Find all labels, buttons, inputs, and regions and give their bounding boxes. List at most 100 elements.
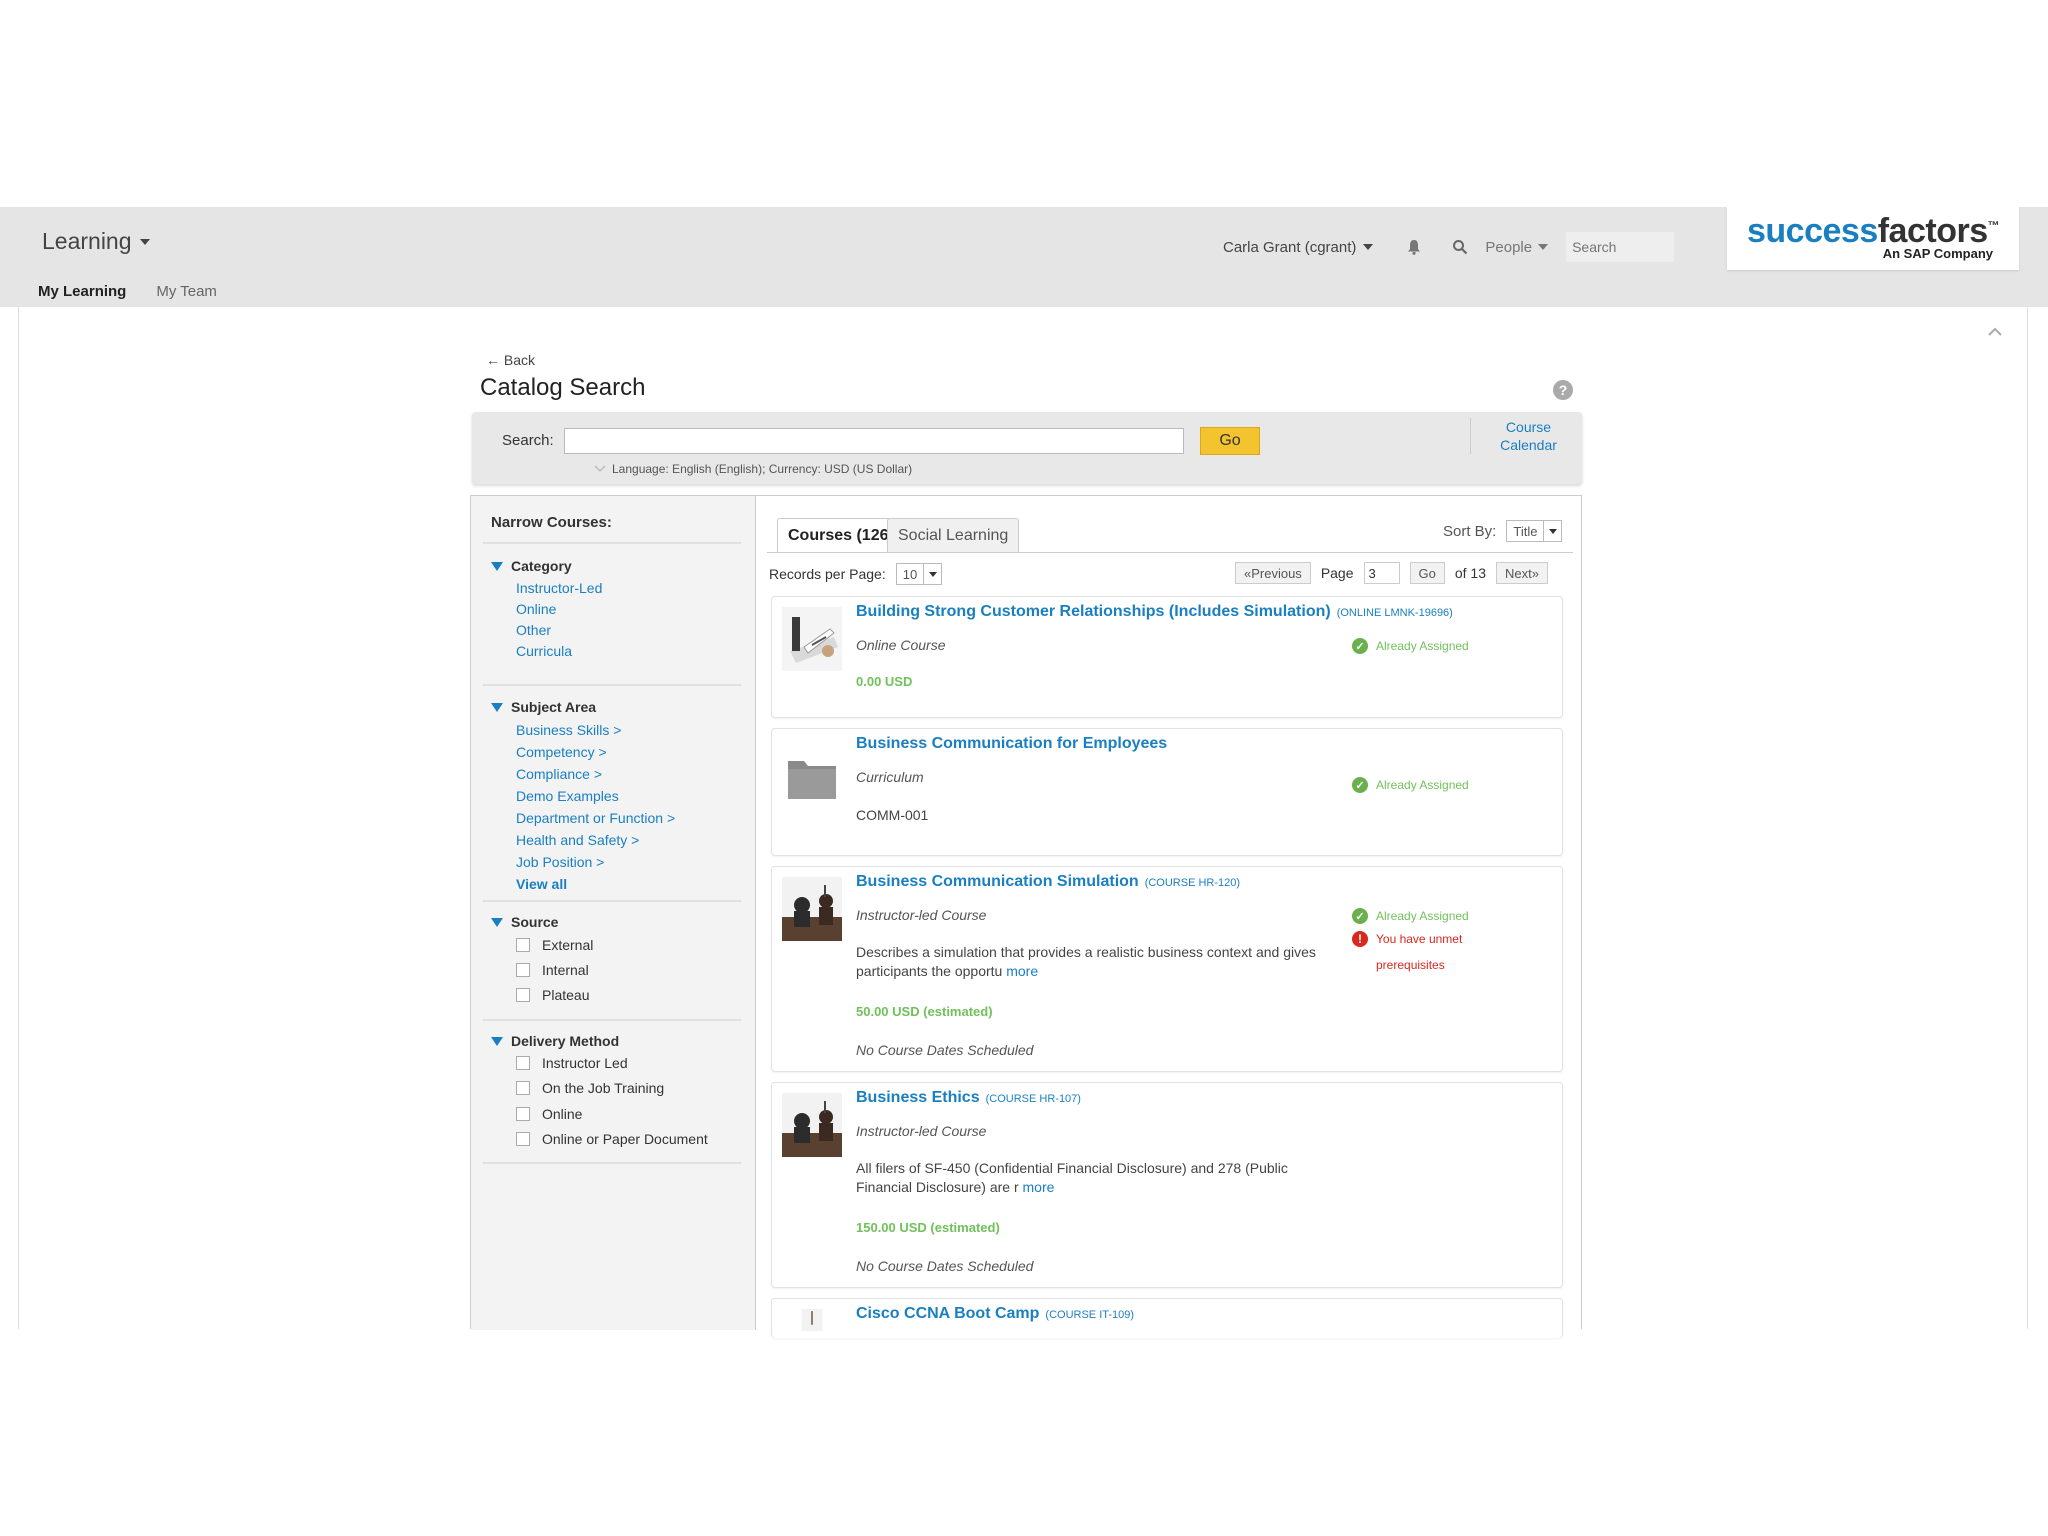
course-price: 0.00 USD [856, 674, 913, 689]
subnav-my-learning[interactable]: My Learning [38, 283, 126, 300]
page-label: Page [1320, 565, 1354, 581]
course-description: Describes a simulation that provides a r… [856, 943, 1332, 981]
more-link[interactable]: more [1006, 963, 1038, 979]
facet-source-header[interactable]: Source [491, 914, 558, 930]
tab-social-learning[interactable]: Social Learning [887, 518, 1020, 552]
course-price: 50.00 USD (estimated) [856, 1004, 993, 1019]
app-module-menu[interactable]: Learning [42, 228, 150, 255]
course-thumbnail-image[interactable] [782, 877, 842, 941]
subject-business-skills[interactable]: Business Skills > [516, 722, 621, 738]
course-title-link[interactable]: Business Ethics (COURSE HR-107) [856, 1089, 1081, 1107]
subject-job-position[interactable]: Job Position > [516, 854, 604, 870]
course-price: 150.00 USD (estimated) [856, 1220, 1000, 1235]
course-title-link[interactable]: Business Communication for Employees [856, 735, 1167, 753]
logo-part-2: factors [1877, 212, 1988, 250]
error-circle-icon: ! [1352, 931, 1368, 947]
curriculum-id: COMM-001 [856, 807, 929, 823]
source-external-label: External [542, 937, 594, 953]
back-link[interactable]: ← Back [486, 352, 535, 368]
narrow-courses-title: Narrow Courses: [491, 514, 612, 531]
category-instructor-led[interactable]: Instructor-Led [516, 580, 602, 596]
status-already-assigned: ✓ Already Assigned [1352, 638, 1469, 654]
course-code: (COURSE IT-109) [1045, 1309, 1135, 1321]
sort-by-select[interactable]: Title [1506, 520, 1563, 542]
page-number-input[interactable] [1363, 562, 1400, 584]
course-title: Business Communication for Employees [856, 735, 1168, 752]
course-title-link[interactable]: Business Communication Simulation (COURSE… [856, 873, 1240, 891]
category-other[interactable]: Other [516, 622, 551, 638]
category-online[interactable]: Online [516, 601, 556, 617]
divider [483, 542, 741, 544]
user-menu[interactable]: Carla Grant (cgrant) [1223, 238, 1374, 256]
delivery-online-or-paper-option[interactable]: Online or Paper Document [516, 1131, 708, 1147]
delivery-online-option[interactable]: Online [516, 1106, 582, 1122]
subject-demo-examples[interactable]: Demo Examples [516, 788, 619, 804]
app-module-label: Learning [42, 228, 132, 254]
course-title-link[interactable]: Building Strong Customer Relationships (… [856, 603, 1453, 621]
source-plateau-option[interactable]: Plateau [516, 987, 589, 1003]
source-internal-option[interactable]: Internal [516, 962, 589, 978]
subject-compliance[interactable]: Compliance > [516, 766, 602, 782]
checkbox[interactable] [516, 963, 530, 977]
chevron-down-icon[interactable] [594, 465, 606, 473]
source-plateau-label: Plateau [542, 987, 590, 1003]
subject-health-and-safety[interactable]: Health and Safety > [516, 832, 639, 848]
records-per-page-select[interactable]: 10 [895, 563, 943, 585]
previous-page-button[interactable]: «Previous [1235, 562, 1311, 584]
course-result-card: Business Communication for Employees Cur… [771, 728, 1563, 856]
bell-icon[interactable] [1403, 236, 1425, 258]
course-calendar-line-2: Calendar [1500, 437, 1557, 453]
delivery-instructor-led-label: Instructor Led [542, 1055, 628, 1071]
subject-competency[interactable]: Competency > [516, 744, 607, 760]
check-circle-icon: ✓ [1352, 908, 1368, 924]
subject-department-or-function[interactable]: Department or Function > [516, 810, 675, 826]
page-go-button[interactable]: Go [1409, 562, 1445, 584]
chevron-up-icon[interactable] [1986, 326, 2004, 338]
checkbox[interactable] [516, 988, 530, 1002]
delivery-online-or-paper-label: Online or Paper Document [542, 1131, 708, 1147]
folder-icon[interactable] [782, 747, 842, 811]
facet-delivery-method-header[interactable]: Delivery Method [491, 1033, 619, 1049]
category-curricula[interactable]: Curricula [516, 643, 572, 659]
divider [483, 1162, 741, 1164]
more-link[interactable]: more [1023, 1179, 1055, 1195]
checkbox[interactable] [516, 1056, 530, 1070]
facet-category-header[interactable]: Category [491, 558, 572, 574]
people-search-scope[interactable]: People [1485, 239, 1549, 256]
course-description-text: Describes a simulation that provides a r… [856, 944, 1316, 979]
delivery-on-the-job-option[interactable]: On the Job Training [516, 1080, 664, 1096]
course-thumbnail-image[interactable] [782, 1309, 842, 1331]
global-search-input[interactable] [1566, 232, 1675, 262]
course-type: Online Course [856, 637, 946, 653]
course-title-link[interactable]: Cisco CCNA Boot Camp (COURSE IT-109) [856, 1305, 1134, 1323]
checkbox[interactable] [516, 938, 530, 952]
facet-subject-area-header[interactable]: Subject Area [491, 699, 596, 715]
results-panel: Narrow Courses: Category Instructor-Led … [470, 495, 1582, 1338]
checkbox[interactable] [516, 1107, 530, 1121]
course-calendar-link[interactable]: Course Calendar [1470, 418, 1572, 454]
status-prereq-label: You have unmet prerequisites [1376, 932, 1463, 972]
next-page-button[interactable]: Next» [1496, 562, 1548, 584]
search-go-button[interactable]: Go [1200, 427, 1260, 455]
subnav-my-team[interactable]: My Team [156, 283, 217, 300]
delivery-instructor-led-option[interactable]: Instructor Led [516, 1055, 628, 1071]
status-unmet-prerequisites: ! You have unmet prerequisites [1352, 926, 1492, 978]
course-thumbnail-image[interactable] [782, 1093, 842, 1157]
logo-part-1: success [1747, 212, 1878, 250]
source-external-option[interactable]: External [516, 937, 593, 953]
catalog-search-input[interactable] [564, 428, 1184, 454]
divider [483, 900, 741, 902]
logo-subtitle: An SAP Company [1882, 246, 1993, 261]
dropdown-arrow-icon [923, 564, 941, 584]
search-label: Search: [502, 432, 554, 449]
user-name: Carla Grant (cgrant) [1223, 238, 1357, 256]
course-thumbnail-image[interactable] [782, 607, 842, 671]
checkbox[interactable] [516, 1081, 530, 1095]
search-icon[interactable] [1449, 236, 1471, 258]
sort-by-value: Title [1513, 523, 1538, 539]
subject-view-all[interactable]: View all [516, 876, 567, 892]
help-icon[interactable]: ? [1553, 380, 1573, 400]
checkbox[interactable] [516, 1132, 530, 1146]
tab-courses[interactable]: Courses (126) [777, 518, 905, 552]
course-type: Curriculum [856, 769, 924, 785]
